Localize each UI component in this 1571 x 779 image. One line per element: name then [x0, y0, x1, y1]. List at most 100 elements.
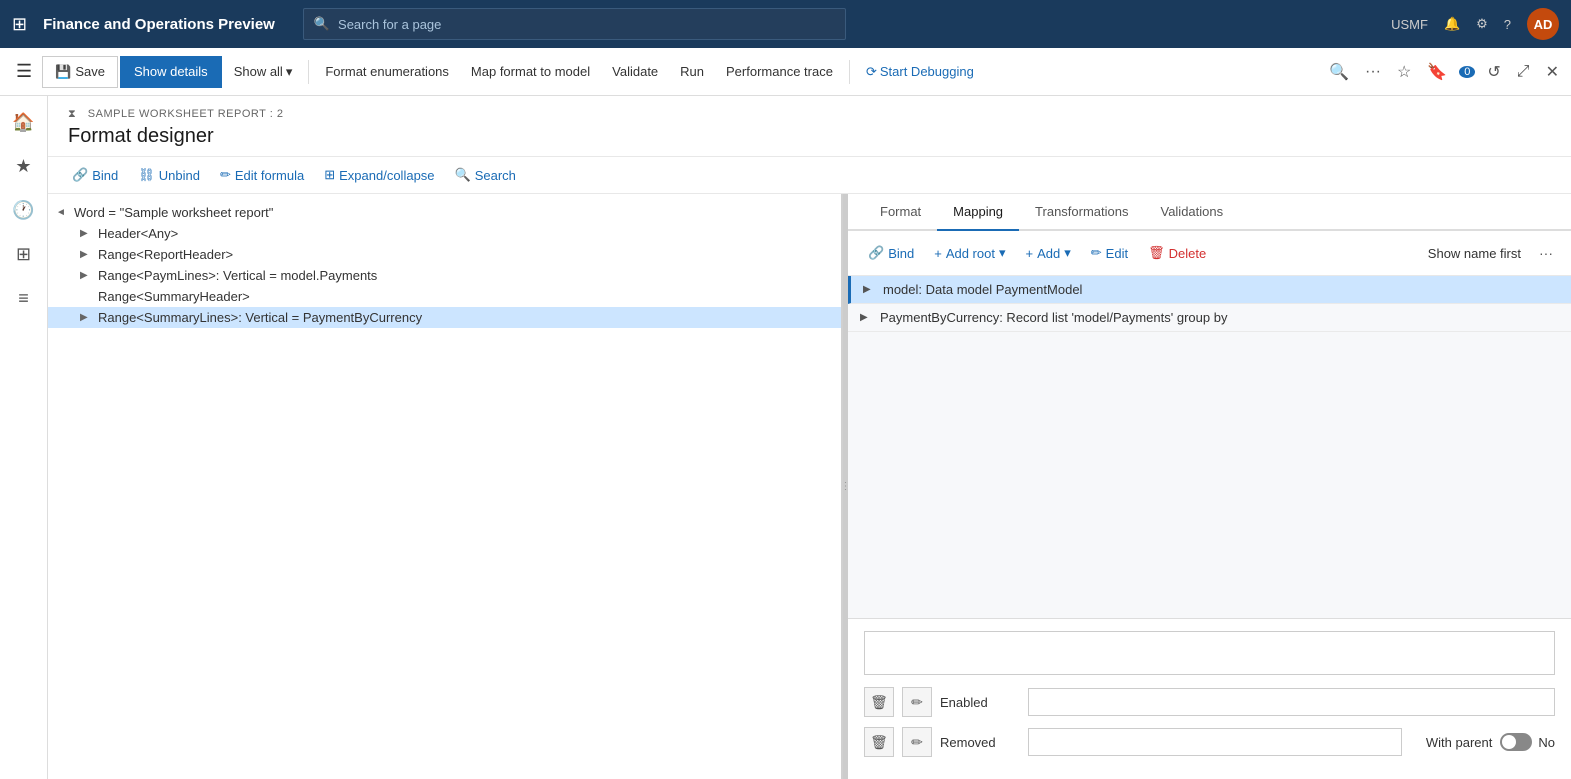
run-button[interactable]: Run — [670, 56, 714, 88]
trash-icon: 🗑 — [1148, 245, 1165, 261]
add-root-button[interactable]: + Add root ▾ — [926, 239, 1013, 267]
debug-icon: ⟳ — [866, 64, 877, 80]
action-divider-1 — [308, 60, 309, 84]
search-placeholder: Search for a page — [338, 17, 441, 32]
expand-collapse-button[interactable]: ⊞ Expand/collapse — [316, 161, 442, 189]
notification-icon[interactable]: 🔔 — [1444, 16, 1460, 32]
global-search-bar[interactable]: 🔍 Search for a page — [303, 8, 846, 40]
link-icon: 🔗 — [72, 167, 88, 183]
notifications-icon[interactable]: 🔖 — [1423, 58, 1451, 86]
expand-icon: ▶ — [80, 228, 94, 239]
with-parent-label: With parent — [1426, 735, 1492, 750]
tab-format[interactable]: Format — [864, 194, 937, 231]
badge-icon: 0 — [1459, 66, 1475, 78]
refresh-icon[interactable]: ↺ — [1483, 58, 1504, 86]
close-icon[interactable]: ✕ — [1542, 58, 1563, 86]
bind-button[interactable]: 🔗 Bind — [64, 161, 126, 189]
show-details-button[interactable]: Show details — [120, 56, 222, 88]
settings-icon[interactable]: ⚙ — [1476, 16, 1488, 32]
action-bar: ☰ 💾 Save Show details Show all ▾ Format … — [0, 48, 1571, 96]
mapping-toolbar: 🔗 Bind + Add root ▾ + Add ▾ ✏ — [848, 231, 1571, 276]
sidebar-item-list[interactable]: ≡ — [6, 280, 42, 316]
map-format-to-model-button[interactable]: Map format to model — [461, 56, 600, 88]
model-row-payment-by-currency[interactable]: ▶ PaymentByCurrency: Record list 'model/… — [848, 304, 1571, 332]
link-icon: 🔗 — [868, 245, 884, 261]
enabled-input[interactable] — [1028, 688, 1555, 716]
enabled-label: Enabled — [940, 695, 1020, 710]
unlink-icon: ⛓ — [138, 167, 155, 183]
tab-validations[interactable]: Validations — [1144, 194, 1239, 231]
performance-trace-button[interactable]: Performance trace — [716, 56, 843, 88]
main-content: 🏠 ★ 🕐 ⊞ ≡ ⧗ SAMPLE WORKSHEET REPORT : 2 … — [0, 96, 1571, 779]
save-button[interactable]: 💾 Save — [42, 56, 118, 88]
pencil-icon: ✏ — [220, 167, 231, 183]
user-avatar[interactable]: AD — [1527, 8, 1559, 40]
more-options-icon[interactable]: ··· — [1361, 59, 1385, 85]
tree-item-report-header[interactable]: ▶ Range<ReportHeader> — [48, 244, 841, 265]
tab-mapping[interactable]: Mapping — [937, 194, 1019, 231]
with-parent-toggle[interactable]: No — [1500, 733, 1555, 751]
sidebar-item-recent[interactable]: 🕐 — [6, 192, 42, 228]
collapse-icon: ◄ — [56, 207, 70, 218]
search-icon: 🔍 — [455, 167, 471, 183]
toggle-circle[interactable] — [1500, 733, 1532, 751]
removed-input[interactable] — [1028, 728, 1402, 756]
removed-delete-button[interactable]: 🗑 — [864, 727, 894, 757]
model-tree: ▶ model: Data model PaymentModel ▶ Payme… — [848, 276, 1571, 618]
expand-icon: ▶ — [80, 249, 94, 260]
tree-item-header[interactable]: ▶ Header<Any> — [48, 223, 841, 244]
chevron-down-icon: ▾ — [286, 64, 293, 80]
menu-hamburger-icon[interactable]: ☰ — [8, 57, 40, 86]
edit-formula-button[interactable]: ✏ Edit formula — [212, 161, 312, 189]
tree-item-summary-header[interactable]: Range<SummaryHeader> — [48, 286, 841, 307]
filter-icon[interactable]: ⧗ — [68, 108, 76, 120]
edit-button[interactable]: ✏ Edit — [1083, 239, 1136, 267]
removed-field-row: 🗑 ✏ Removed With parent No — [864, 727, 1555, 757]
favorites-icon[interactable]: ☆ — [1393, 58, 1415, 86]
bottom-panel: 🗑 ✏ Enabled 🗑 ✏ Removed With parent — [848, 618, 1571, 779]
left-sidebar: 🏠 ★ 🕐 ⊞ ≡ — [0, 96, 48, 779]
validate-button[interactable]: Validate — [602, 56, 668, 88]
formula-input-box[interactable] — [864, 631, 1555, 675]
expand-icon: ▶ — [80, 270, 94, 281]
mapping-bind-button[interactable]: 🔗 Bind — [860, 239, 922, 267]
tree-item-word[interactable]: ◄ Word = "Sample worksheet report" — [48, 202, 841, 223]
enabled-field-row: 🗑 ✏ Enabled — [864, 687, 1555, 717]
more-options-button[interactable]: ··· — [1533, 241, 1559, 265]
breadcrumb: ⧗ SAMPLE WORKSHEET REPORT : 2 — [68, 108, 1551, 121]
help-icon[interactable]: ? — [1504, 17, 1511, 32]
expand-icon: ▶ — [860, 312, 874, 323]
search-icon: 🔍 — [314, 16, 330, 32]
expand-icon[interactable]: ⤢ — [1513, 59, 1534, 85]
removed-edit-button[interactable]: ✏ — [902, 727, 932, 757]
enabled-edit-button[interactable]: ✏ — [902, 687, 932, 717]
save-disk-icon: 💾 — [55, 64, 71, 80]
format-enumerations-button[interactable]: Format enumerations — [315, 56, 459, 88]
app-title: Finance and Operations Preview — [43, 16, 275, 33]
enabled-delete-button[interactable]: 🗑 — [864, 687, 894, 717]
start-debugging-button[interactable]: ⟳ Start Debugging — [856, 56, 984, 88]
app-grid-icon[interactable]: ⊞ — [12, 14, 27, 35]
expand-icon: ▶ — [863, 284, 877, 295]
show-all-button[interactable]: Show all ▾ — [224, 56, 303, 88]
chevron-down-icon: ▾ — [999, 245, 1006, 261]
unbind-button[interactable]: ⛓ Unbind — [130, 161, 208, 189]
sidebar-item-favorites[interactable]: ★ — [6, 148, 42, 184]
sidebar-item-home[interactable]: 🏠 — [6, 104, 42, 140]
show-name-first-button[interactable]: Show name first — [1420, 239, 1529, 267]
tree-item-summary-lines[interactable]: ▶ Range<SummaryLines>: Vertical = Paymen… — [48, 307, 841, 328]
add-button[interactable]: + Add ▾ — [1018, 239, 1079, 267]
top-nav-bar: ⊞ Finance and Operations Preview 🔍 Searc… — [0, 0, 1571, 48]
search-action-icon[interactable]: 🔍 — [1325, 58, 1353, 86]
toggle-label: No — [1538, 735, 1555, 750]
tab-bar: Format Mapping Transformations Validatio… — [848, 194, 1571, 231]
format-toolbar: 🔗 Bind ⛓ Unbind ✏ Edit formula ⊞ Expand/… — [48, 157, 1571, 194]
search-button[interactable]: 🔍 Search — [447, 161, 524, 189]
sidebar-item-grid[interactable]: ⊞ — [6, 236, 42, 272]
model-row-payment-model[interactable]: ▶ model: Data model PaymentModel — [848, 276, 1571, 304]
delete-button[interactable]: 🗑 Delete — [1140, 239, 1214, 267]
tree-item-paym-lines[interactable]: ▶ Range<PaymLines>: Vertical = model.Pay… — [48, 265, 841, 286]
chevron-down-icon: ▾ — [1064, 245, 1071, 261]
tab-transformations[interactable]: Transformations — [1019, 194, 1144, 231]
split-pane: ◄ Word = "Sample worksheet report" ▶ Hea… — [48, 194, 1571, 779]
